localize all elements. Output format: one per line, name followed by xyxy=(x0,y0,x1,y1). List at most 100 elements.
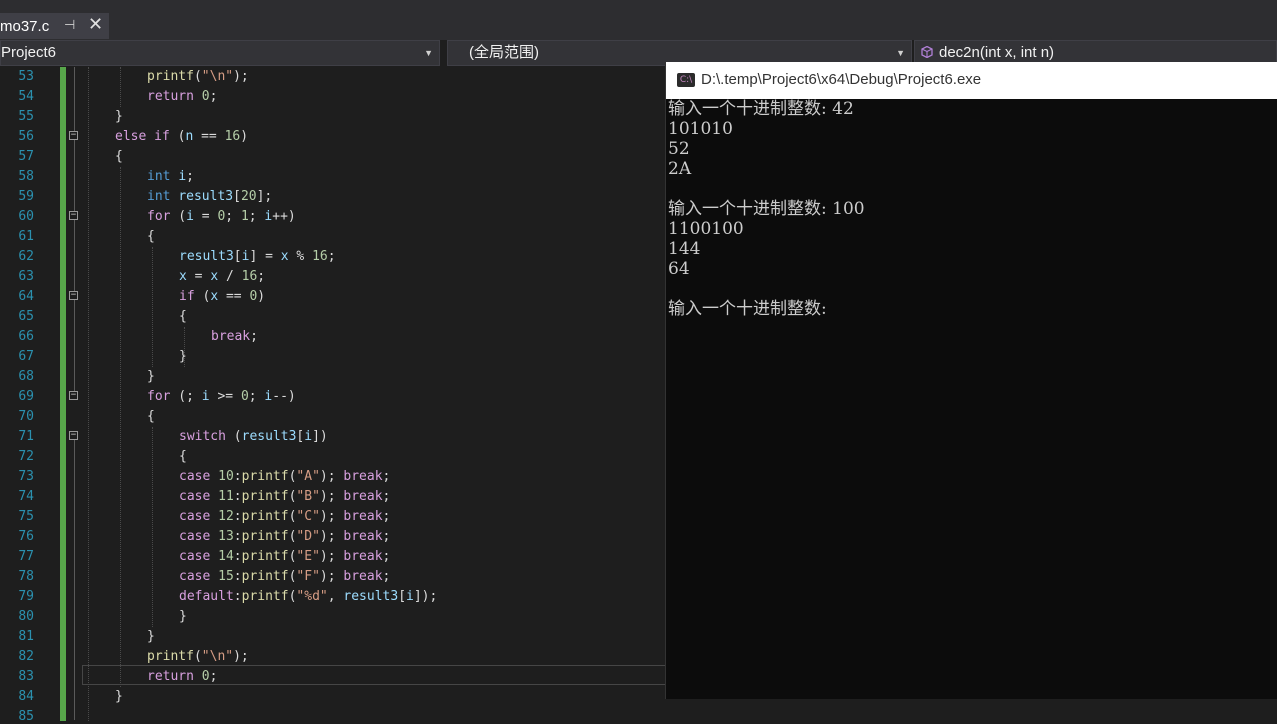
code-line: printf("\n"); xyxy=(147,69,249,84)
indent-guide xyxy=(120,67,121,107)
change-tracking-bar xyxy=(60,67,66,721)
line-number: 81 xyxy=(18,629,34,644)
line-number: 64 xyxy=(18,289,34,304)
code-line: int result3[20]; xyxy=(147,189,273,204)
line-number: 56 xyxy=(18,129,34,144)
console-line: 2A xyxy=(668,159,692,179)
code-line: printf("\n"); xyxy=(147,649,249,664)
code-line: int i; xyxy=(147,169,194,184)
fold-line xyxy=(74,67,75,131)
code-line: else if (n == 16) xyxy=(115,129,249,144)
line-number: 71 xyxy=(18,429,34,444)
collapse-icon[interactable]: − xyxy=(69,291,78,300)
console-line: 52 xyxy=(668,139,690,159)
fold-line xyxy=(74,220,75,291)
code-line: return 0; xyxy=(147,89,218,104)
fold-line xyxy=(74,300,75,391)
line-number: 74 xyxy=(18,489,34,504)
code-line: case 15:printf("F"); break; xyxy=(179,569,391,584)
fold-line xyxy=(74,440,75,720)
console-app-icon: C:\ xyxy=(677,73,695,87)
close-icon[interactable]: ✕ xyxy=(88,14,103,35)
line-number: 78 xyxy=(18,569,34,584)
code-line: { xyxy=(147,229,155,244)
code-line: case 11:printf("B"); break; xyxy=(179,489,391,504)
code-line: case 12:printf("C"); break; xyxy=(179,509,391,524)
code-line: { xyxy=(147,409,155,424)
line-number: 80 xyxy=(18,609,34,624)
line-number: 65 xyxy=(18,309,34,324)
code-line: default:printf("%d", result3[i]); xyxy=(179,589,438,604)
code-line: } xyxy=(147,369,155,384)
line-number: 57 xyxy=(18,149,34,164)
line-number: 53 xyxy=(18,69,34,84)
line-number: 63 xyxy=(18,269,34,284)
line-number: 59 xyxy=(18,189,34,204)
line-number: 58 xyxy=(18,169,34,184)
code-line: x = x / 16; xyxy=(179,269,266,284)
code-line: for (i = 0; 1; i++) xyxy=(147,209,296,224)
console-line: 输入一个十进制整数: 100 xyxy=(668,199,865,219)
indent-guide xyxy=(152,247,153,367)
indent-guide xyxy=(120,167,121,687)
console-line: 64 xyxy=(668,259,690,279)
line-number: 85 xyxy=(18,709,34,724)
chevron-down-icon: ▼ xyxy=(424,48,433,58)
code-line: case 14:printf("E"); break; xyxy=(179,549,391,564)
console-line: 1100100 xyxy=(668,219,744,239)
collapse-icon[interactable]: − xyxy=(69,391,78,400)
line-number: 66 xyxy=(18,329,34,344)
line-number: 54 xyxy=(18,89,34,104)
collapse-icon[interactable]: − xyxy=(69,431,78,440)
line-number: 73 xyxy=(18,469,34,484)
line-number: 60 xyxy=(18,209,34,224)
console-line: 输入一个十进制整数: xyxy=(668,299,827,319)
console-line: 输入一个十进制整数: 42 xyxy=(668,99,854,119)
document-tab[interactable]: mo37.c ⊣ ✕ xyxy=(0,13,109,39)
code-line: case 13:printf("D"); break; xyxy=(179,529,391,544)
line-number: 82 xyxy=(18,649,34,664)
code-line: { xyxy=(115,149,123,164)
fold-line xyxy=(74,140,75,211)
code-line: } xyxy=(179,609,187,624)
code-line: return 0; xyxy=(147,669,218,684)
line-number: 55 xyxy=(18,109,34,124)
project-name: Project6 xyxy=(1,44,57,61)
code-line: } xyxy=(179,349,187,364)
line-number: 72 xyxy=(18,449,34,464)
document-tab-strip: mo37.c ⊣ ✕ xyxy=(0,0,1277,40)
code-line: switch (result3[i]) xyxy=(179,429,328,444)
code-line: { xyxy=(179,449,187,464)
console-line: 101010 xyxy=(668,119,733,139)
code-line: } xyxy=(115,109,123,124)
pin-icon[interactable]: ⊣ xyxy=(64,17,75,33)
code-line: } xyxy=(147,629,155,644)
line-number: 75 xyxy=(18,509,34,524)
collapse-icon[interactable]: − xyxy=(69,211,78,220)
line-number: 68 xyxy=(18,369,34,384)
project-dropdown[interactable]: Project6 ▼ xyxy=(0,40,440,66)
member-name: dec2n(int x, int n) xyxy=(939,44,1055,61)
code-line: case 10:printf("A"); break; xyxy=(179,469,391,484)
line-number: 70 xyxy=(18,409,34,424)
line-number: 84 xyxy=(18,689,34,704)
collapse-icon[interactable]: − xyxy=(69,131,78,140)
code-line: if (x == 0) xyxy=(179,289,266,304)
console-title-bar[interactable]: C:\ D:\.temp\Project6\x64\Debug\Project6… xyxy=(666,62,1277,99)
code-line: for (; i >= 0; i--) xyxy=(147,389,296,404)
line-number: 67 xyxy=(18,349,34,364)
code-line: } xyxy=(115,689,123,704)
code-line: { xyxy=(179,309,187,324)
line-number: 79 xyxy=(18,589,34,604)
tab-file-name: mo37.c xyxy=(0,17,50,35)
method-cube-icon xyxy=(921,46,933,58)
console-window[interactable]: C:\ D:\.temp\Project6\x64\Debug\Project6… xyxy=(665,62,1277,699)
line-number: 69 xyxy=(18,389,34,404)
indent-guide xyxy=(152,427,153,627)
scope-name: (全局范围) xyxy=(469,44,539,61)
line-number: 61 xyxy=(18,229,34,244)
console-title: D:\.temp\Project6\x64\Debug\Project6.exe xyxy=(701,71,982,88)
indent-guide xyxy=(88,67,89,721)
console-line: 144 xyxy=(668,239,701,259)
code-line: result3[i] = x % 16; xyxy=(179,249,336,264)
